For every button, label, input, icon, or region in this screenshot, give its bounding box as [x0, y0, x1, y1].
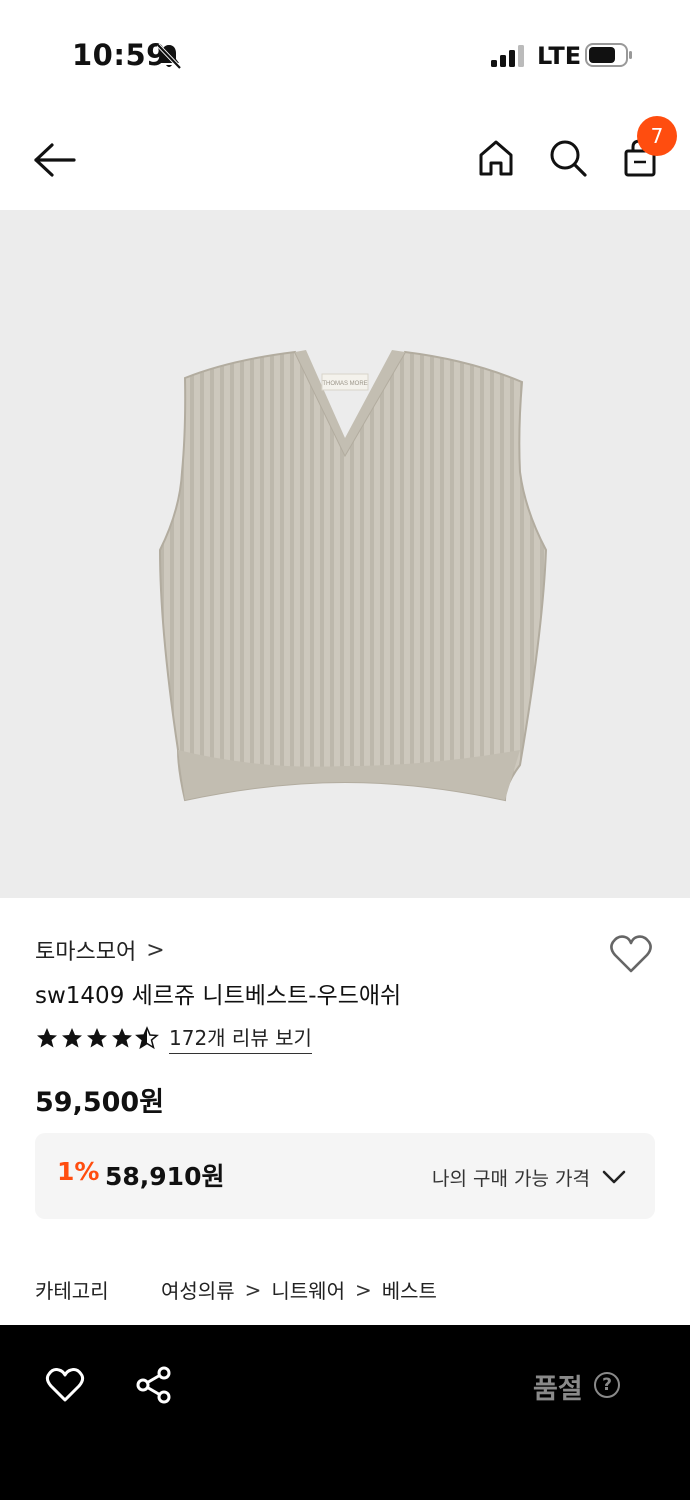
discount-rate: 1%	[57, 1157, 100, 1186]
star-full-icon	[112, 1028, 132, 1048]
status-time: 10:59	[72, 38, 167, 72]
nav-bar	[0, 110, 690, 210]
category-item-womens[interactable]: 여성의류	[161, 1275, 235, 1304]
knit-vest-illustration: THOMAS MORE	[158, 350, 548, 802]
bottom-action-bar: 품절 ?	[0, 1325, 690, 1500]
wishlist-heart-button[interactable]	[608, 932, 654, 976]
bell-muted-icon	[156, 43, 182, 70]
share-icon[interactable]	[134, 1365, 174, 1405]
status-bar: 10:59 LTE	[0, 0, 690, 110]
chevron-right-icon: >	[354, 1277, 372, 1302]
discount-price: 58,910원	[105, 1162, 225, 1191]
cart-count-badge: 7	[637, 116, 677, 156]
vest-label-text: THOMAS MORE	[322, 381, 367, 387]
brand-link[interactable]: 토마스모어 >	[35, 934, 165, 966]
category-item-vest[interactable]: 베스트	[382, 1275, 437, 1304]
home-icon[interactable]	[474, 136, 518, 180]
category-label: 카테고리	[35, 1279, 109, 1303]
battery-icon	[585, 43, 632, 67]
star-full-icon	[62, 1028, 82, 1048]
product-name: sw1409 세르쥬 니트베스트-우드애쉬	[35, 983, 402, 1009]
product-price: 59,500원	[35, 1087, 165, 1118]
soldout-label: 품절	[533, 1374, 583, 1405]
signal-bars-icon	[491, 45, 524, 67]
rating-row: 172개 리뷰 보기	[35, 1022, 312, 1054]
category-item-knitwear[interactable]: 니트웨어	[271, 1275, 345, 1304]
brand-name: 토마스모어	[35, 940, 137, 965]
search-icon[interactable]	[546, 136, 590, 180]
my-purchase-price-box[interactable]: 1% 58,910원 나의 구매 가능 가격	[35, 1133, 655, 1219]
help-icon[interactable]: ?	[594, 1372, 620, 1398]
star-full-icon	[87, 1028, 107, 1048]
chevron-right-icon: >	[146, 937, 165, 963]
review-link[interactable]: 172개 리뷰 보기	[169, 1022, 312, 1054]
network-label: LTE	[537, 42, 582, 70]
chevron-down-icon	[602, 1170, 626, 1184]
star-rating	[35, 1026, 159, 1050]
my-price-label: 나의 구매 가능 가격	[432, 1168, 590, 1190]
category-breadcrumb: 카테고리 여성의류 > 니트웨어 > 베스트	[35, 1275, 437, 1304]
star-half-icon	[135, 1026, 159, 1050]
chevron-right-icon: >	[244, 1277, 262, 1302]
heart-icon[interactable]	[44, 1365, 86, 1405]
product-image[interactable]: THOMAS MORE	[0, 210, 690, 898]
star-full-icon	[37, 1028, 57, 1048]
back-button[interactable]	[28, 138, 82, 182]
